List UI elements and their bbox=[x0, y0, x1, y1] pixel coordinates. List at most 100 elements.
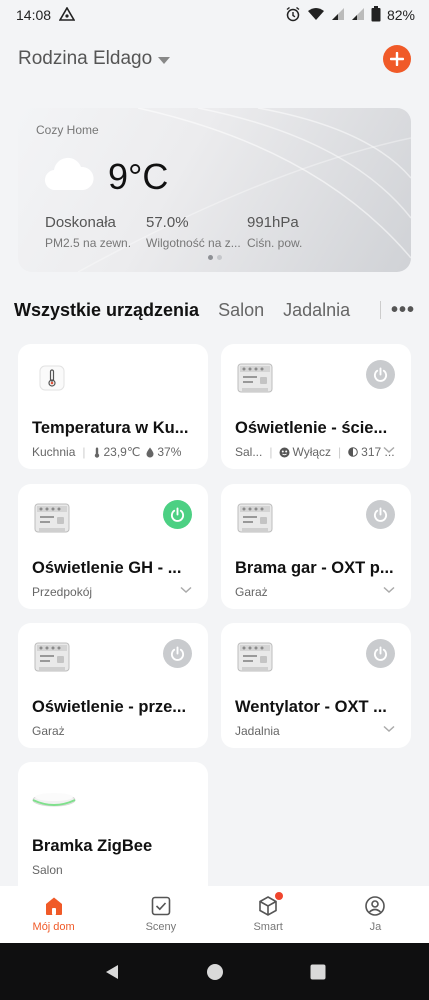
device-subinfo: Przedpokój bbox=[32, 585, 92, 599]
weather-stats: Doskonała PM2.5 na zewn. 57.0% Wilgotnoś… bbox=[45, 214, 348, 250]
gateway-icon bbox=[30, 776, 78, 816]
tabs-divider bbox=[379, 301, 381, 319]
device-temperature: 23,9℃ bbox=[103, 445, 141, 459]
home-circle-icon[interactable] bbox=[206, 963, 224, 981]
carousel-dots bbox=[18, 255, 411, 260]
alarm-icon bbox=[285, 6, 301, 25]
back-icon[interactable] bbox=[103, 963, 121, 981]
profile-icon bbox=[365, 896, 386, 916]
notification-badge bbox=[274, 892, 283, 900]
device-name: Brama gar - OXT p... bbox=[235, 559, 394, 577]
weather-stat-label: Wilgotność na z... bbox=[146, 236, 241, 250]
mode-icon bbox=[279, 447, 290, 457]
device-name: Oświetlenie - prze... bbox=[32, 698, 187, 716]
power-button[interactable] bbox=[366, 500, 395, 529]
home-icon bbox=[45, 897, 62, 915]
relay-module-icon bbox=[235, 498, 275, 538]
device-room: Przedpokój bbox=[32, 585, 93, 599]
relay-module-icon bbox=[235, 637, 275, 677]
thermometer-small-icon bbox=[94, 447, 99, 458]
device-room: Salon bbox=[32, 863, 63, 877]
plus-icon bbox=[390, 52, 404, 66]
humidity-drop-icon bbox=[146, 447, 154, 457]
nav-scenes[interactable]: Sceny bbox=[107, 886, 214, 943]
device-subinfo: Kuchnia | 23,9℃ 37% bbox=[32, 445, 181, 459]
weather-stat-humidity: 57.0% Wilgotność na z... bbox=[146, 214, 247, 250]
weather-temperature: 9°C bbox=[108, 156, 169, 197]
device-name: Temperatura w Ku... bbox=[32, 419, 189, 437]
nav-smart[interactable]: Smart bbox=[215, 886, 322, 943]
divider: | bbox=[269, 445, 273, 459]
device-name: Bramka ZigBee bbox=[32, 837, 153, 855]
status-bar: 14:08 82% bbox=[0, 0, 429, 30]
home-selector[interactable]: Rodzina Eldago bbox=[18, 48, 171, 70]
battery-level: 82% bbox=[386, 7, 415, 23]
caret-down-icon bbox=[158, 56, 171, 64]
device-card-zigbee-gateway[interactable]: Bramka ZigBee Salon bbox=[18, 762, 208, 886]
weather-stat-value: 991hPa bbox=[247, 214, 299, 231]
device-room: Jadalnia bbox=[235, 724, 280, 738]
chevron-down-icon[interactable] bbox=[180, 586, 192, 594]
chevron-down-icon[interactable] bbox=[383, 446, 395, 454]
more-options-icon[interactable]: ••• bbox=[391, 299, 415, 322]
device-name: Oświetlenie GH - ... bbox=[32, 559, 182, 577]
header: Rodzina Eldago bbox=[18, 42, 411, 76]
power-button[interactable] bbox=[163, 500, 192, 529]
tab-salon[interactable]: Salon bbox=[218, 300, 264, 321]
weather-stat-value: Doskonała bbox=[45, 214, 116, 231]
weather-stat-pressure: 991hPa Ciśn. pow. bbox=[247, 214, 348, 250]
device-state: Wyłącz bbox=[292, 445, 332, 459]
bottom-navigation: Mój dom Sceny Smart Ja bbox=[0, 886, 429, 943]
scenes-icon bbox=[151, 896, 171, 916]
device-room: Garaż bbox=[235, 585, 268, 599]
device-subinfo: Garaż bbox=[235, 585, 268, 599]
status-time: 14:08 bbox=[16, 7, 52, 23]
power-button[interactable] bbox=[366, 360, 395, 389]
nav-label: Mój dom bbox=[32, 921, 75, 933]
device-name: Oświetlenie - ście... bbox=[235, 419, 388, 437]
add-device-button[interactable] bbox=[383, 45, 411, 73]
chevron-down-icon[interactable] bbox=[383, 725, 395, 733]
power-button[interactable] bbox=[366, 639, 395, 668]
device-card-lighting-garage[interactable]: Oświetlenie - prze... Garaż bbox=[18, 623, 208, 748]
device-card-lighting-wall[interactable]: Oświetlenie - ście... Sal... | Wyłącz | … bbox=[221, 344, 411, 469]
tab-all-devices[interactable]: Wszystkie urządzenia bbox=[14, 300, 199, 321]
relay-module-icon bbox=[32, 498, 72, 538]
nav-label: Sceny bbox=[145, 921, 177, 933]
device-room: Garaż bbox=[32, 724, 65, 738]
nav-profile[interactable]: Ja bbox=[322, 886, 429, 943]
tab-jadalnia[interactable]: Jadalnia bbox=[283, 300, 350, 321]
power-icon bbox=[373, 367, 388, 382]
battery-icon bbox=[371, 5, 381, 25]
nav-label: Smart bbox=[253, 921, 283, 933]
device-card-fan[interactable]: Wentylator - OXT ... Jadalnia bbox=[221, 623, 411, 748]
weather-location: Cozy Home bbox=[36, 123, 99, 137]
device-room: Sal... bbox=[235, 445, 263, 459]
device-card-lighting-gh[interactable]: Oświetlenie GH - ... Przedpokój bbox=[18, 484, 208, 609]
cloud-icon bbox=[44, 156, 94, 197]
home-name: Rodzina Eldago bbox=[18, 48, 153, 69]
weather-stat-label: PM2.5 na zewn. bbox=[45, 236, 132, 250]
device-card-gate[interactable]: Brama gar - OXT p... Garaż bbox=[221, 484, 411, 609]
room-tabs: Wszystkie urządzenia Salon Jadalnia ••• bbox=[14, 296, 415, 324]
nav-label: Ja bbox=[369, 921, 382, 933]
device-subinfo: Garaż bbox=[32, 724, 65, 738]
system-navigation-bar bbox=[0, 943, 429, 1000]
recents-icon[interactable] bbox=[309, 963, 327, 981]
device-humidity: 37% bbox=[157, 445, 182, 459]
nav-my-home[interactable]: Mój dom bbox=[0, 886, 107, 943]
power-icon bbox=[170, 646, 185, 661]
thermometer-icon bbox=[32, 358, 72, 398]
weather-card[interactable]: Cozy Home 9°C Doskonała PM2.5 na zewn. 5… bbox=[18, 108, 411, 272]
device-subinfo: Salon bbox=[32, 863, 63, 877]
divider: | bbox=[338, 445, 342, 459]
device-name: Wentylator - OXT ... bbox=[235, 698, 387, 716]
carousel-dot-active bbox=[207, 255, 213, 260]
relay-module-icon bbox=[235, 358, 275, 398]
brightness-icon bbox=[348, 447, 358, 457]
power-icon bbox=[373, 646, 388, 661]
device-card-temperature[interactable]: Temperatura w Ku... Kuchnia | 23,9℃ 37% bbox=[18, 344, 208, 469]
power-button[interactable] bbox=[163, 639, 192, 668]
chevron-down-icon[interactable] bbox=[383, 586, 395, 594]
device-subinfo: Sal... | Wyłącz | 317 ... bbox=[235, 445, 395, 459]
